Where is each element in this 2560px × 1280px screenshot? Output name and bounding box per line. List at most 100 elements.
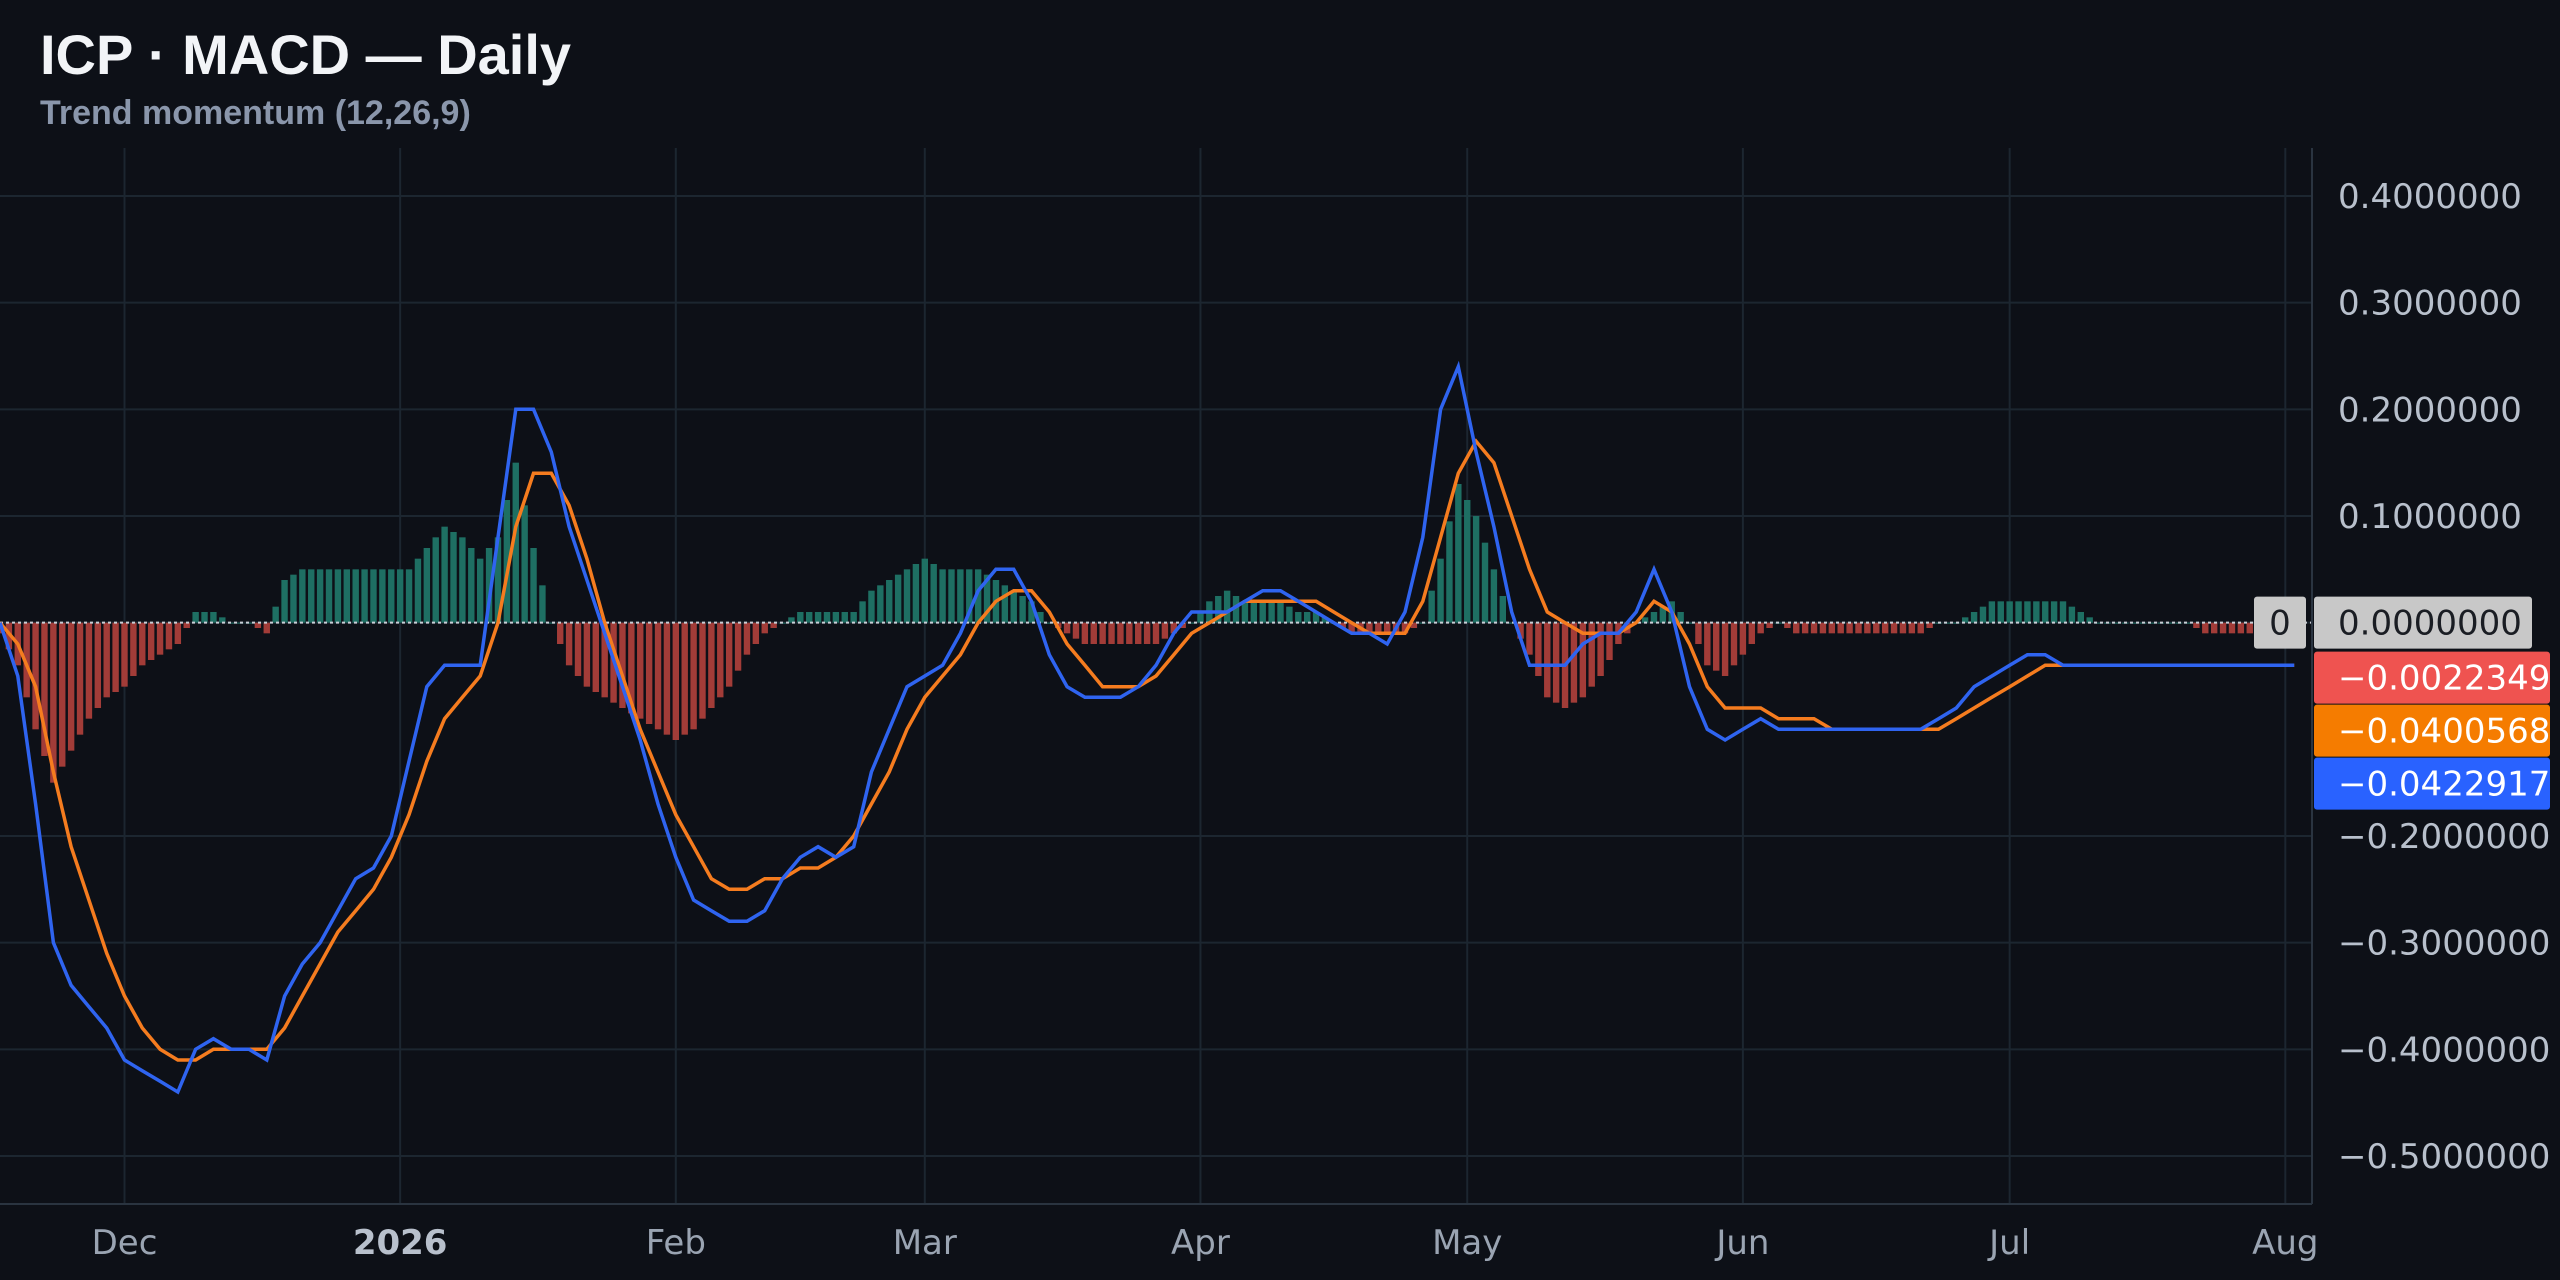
histogram-bar bbox=[165, 622, 173, 650]
histogram-bar bbox=[663, 622, 671, 735]
histogram-bar bbox=[352, 569, 359, 623]
signal-line[interactable] bbox=[0, 438, 2295, 1062]
x-tick-label: 2026 bbox=[353, 1223, 448, 1263]
histogram-bar bbox=[868, 590, 875, 623]
histogram-bar bbox=[1135, 622, 1142, 644]
histogram-bar bbox=[1090, 622, 1097, 644]
histogram-bar bbox=[592, 622, 599, 692]
histogram-bar bbox=[1428, 590, 1435, 623]
x-tick-label: Jun bbox=[1714, 1223, 1769, 1263]
histogram-bar bbox=[361, 569, 368, 623]
histogram-bar bbox=[450, 532, 457, 623]
histogram-bar bbox=[761, 622, 768, 634]
histogram-bar bbox=[1161, 622, 1169, 639]
histogram-bar bbox=[1099, 622, 1106, 644]
histogram-bar bbox=[1250, 601, 1258, 623]
histogram-bar bbox=[139, 622, 146, 666]
price-tag-label: −0.0400568 bbox=[2338, 712, 2550, 752]
histogram-bar bbox=[1837, 622, 1844, 634]
histogram-bar bbox=[850, 612, 857, 623]
histogram-bar bbox=[1597, 622, 1604, 676]
histogram-bar bbox=[912, 564, 920, 623]
histogram-bar bbox=[441, 526, 448, 623]
histogram-bar bbox=[1793, 622, 1800, 634]
histogram-bar bbox=[1535, 622, 1542, 676]
histogram-bar bbox=[1437, 558, 1444, 623]
histogram-bar bbox=[930, 564, 937, 623]
macd-chart[interactable]: 0.4000000 0.3000000 0.2000000 0.1000000 0.00… bbox=[0, 0, 2560, 1280]
price-tags: 0.0000000 −0.0022349 −0.0400568 −0.0422917 bbox=[2314, 596, 2550, 810]
histogram-bar bbox=[1117, 622, 1124, 644]
histogram-bar bbox=[2006, 601, 2013, 623]
histogram-bar bbox=[281, 580, 288, 623]
histogram-bar bbox=[1713, 622, 1720, 671]
histogram-bar bbox=[939, 569, 946, 623]
histogram-bar bbox=[1757, 622, 1764, 634]
histogram-bar bbox=[637, 622, 644, 719]
price-tag-label: −0.0422917 bbox=[2338, 765, 2550, 805]
histogram-bar bbox=[1988, 601, 1996, 623]
histogram-bar bbox=[1464, 500, 1471, 623]
y-tick-label: −0.4000000 bbox=[2338, 1030, 2550, 1070]
histogram-bar bbox=[2015, 601, 2022, 623]
histogram-bar bbox=[877, 585, 884, 623]
zero-badge: 0 bbox=[2254, 596, 2306, 649]
macd-line[interactable] bbox=[0, 360, 2295, 1095]
histogram-bar bbox=[174, 622, 182, 644]
histogram-bar bbox=[2077, 612, 2085, 623]
histogram-bar bbox=[121, 622, 128, 687]
histogram-bar bbox=[699, 622, 706, 719]
histogram-bar bbox=[903, 569, 911, 623]
histogram-bar bbox=[2228, 622, 2236, 634]
histogram-bar bbox=[2042, 601, 2049, 623]
histogram-bar bbox=[316, 569, 324, 623]
histogram-bar bbox=[370, 569, 377, 623]
histogram-bar bbox=[565, 622, 573, 666]
histogram-bar bbox=[396, 569, 404, 623]
histogram-bar bbox=[1490, 569, 1498, 623]
y-tick-label: −0.2000000 bbox=[2338, 817, 2550, 857]
histogram-bar bbox=[59, 622, 66, 767]
histogram-bar bbox=[530, 548, 537, 623]
x-axis: Dec 2026 Feb Mar Apr May Jun Jul Aug bbox=[92, 1223, 2319, 1263]
histogram-bar bbox=[423, 548, 431, 623]
x-tick-label: Dec bbox=[92, 1223, 158, 1263]
histogram-bar bbox=[2050, 601, 2058, 623]
histogram-bar bbox=[459, 537, 466, 623]
histogram-bar bbox=[1606, 622, 1613, 660]
histogram-bar bbox=[1303, 612, 1311, 623]
y-tick-label: 0.3000000 bbox=[2338, 284, 2522, 324]
histogram-bar bbox=[2237, 622, 2245, 634]
histogram-bar bbox=[476, 558, 484, 623]
histogram-bar bbox=[886, 580, 893, 623]
histogram-bar bbox=[130, 622, 137, 676]
histogram-bar bbox=[1223, 590, 1231, 623]
histogram-bar bbox=[1890, 622, 1898, 634]
histogram-bar bbox=[1277, 601, 1284, 623]
x-tick-label: Feb bbox=[646, 1223, 706, 1263]
y-tick-label: 0.4000000 bbox=[2338, 177, 2522, 217]
histogram-bar bbox=[76, 622, 84, 735]
y-tick-label: −0.3000000 bbox=[2338, 924, 2550, 964]
histogram-bar bbox=[743, 622, 751, 655]
histogram-bar bbox=[1472, 516, 1480, 623]
x-tick-label: Apr bbox=[1171, 1223, 1230, 1263]
histogram-bar bbox=[1126, 622, 1133, 644]
histogram-bar bbox=[752, 622, 760, 644]
histogram-bar bbox=[2246, 622, 2253, 634]
histogram-bar bbox=[921, 558, 929, 623]
histogram-bar bbox=[539, 585, 546, 623]
histogram-bar bbox=[654, 622, 662, 730]
histogram-bar bbox=[1019, 596, 1026, 623]
histogram-bar bbox=[1695, 622, 1702, 644]
histogram-bar bbox=[379, 569, 386, 623]
histogram-bar bbox=[1455, 484, 1462, 623]
histogram-bar bbox=[1828, 622, 1836, 634]
histogram-bar bbox=[832, 612, 840, 623]
histogram-bar bbox=[1739, 622, 1747, 655]
histogram-bar bbox=[299, 569, 306, 623]
histogram-bar bbox=[1268, 601, 1275, 623]
histogram-bar bbox=[859, 601, 866, 623]
histogram-bar bbox=[156, 622, 164, 655]
histogram-bar bbox=[957, 569, 964, 623]
